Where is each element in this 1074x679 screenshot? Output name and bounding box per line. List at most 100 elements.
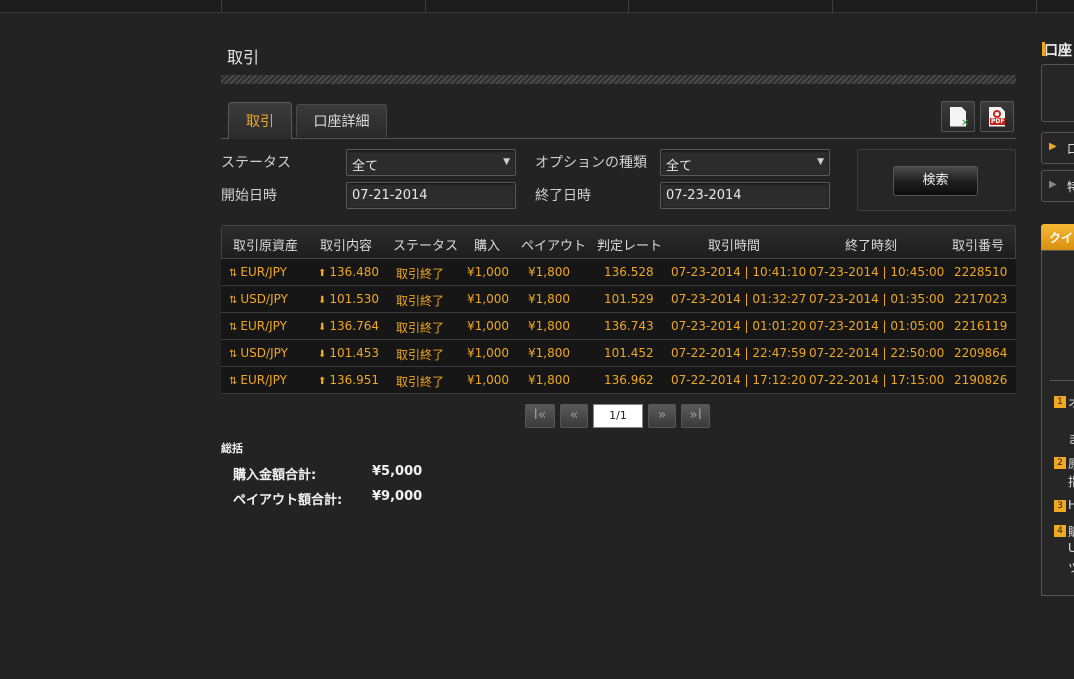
column-header[interactable]: 購入 xyxy=(474,235,500,254)
column-header[interactable]: ペイアウト xyxy=(521,235,586,254)
step-number: 2 xyxy=(1054,457,1066,469)
account-menu-label: 特 xyxy=(1067,180,1074,194)
account-panel-box xyxy=(1041,64,1074,122)
guide-text: オ xyxy=(1068,394,1074,411)
account-panel-title: 口座 xyxy=(1042,40,1072,60)
asset-cell: ⇅ EUR/JPY xyxy=(229,265,287,279)
guide-text: U xyxy=(1068,541,1074,555)
judge-rate-cell: 136.528 xyxy=(604,265,654,279)
page-number-input[interactable]: 1/1 xyxy=(593,404,643,428)
swap-arrows-icon: ⇅ xyxy=(229,322,238,333)
payout-cell: ¥1,800 xyxy=(528,319,570,333)
buy-cell: ¥1,000 xyxy=(467,265,509,279)
account-menu-item[interactable]: ▶ 口 xyxy=(1041,132,1074,164)
option-type-select[interactable]: 全て ▼ xyxy=(660,149,830,176)
end-time-cell: 07-23-2014 | 01:05:00 xyxy=(809,319,945,333)
account-menu-item[interactable]: ▶ 特 xyxy=(1041,170,1074,202)
column-header[interactable]: 取引時間 xyxy=(708,235,760,254)
pdf-label: PDF xyxy=(990,117,1005,125)
caret-right-icon: ▶ xyxy=(1049,141,1057,152)
excel-export-button[interactable]: ✕ xyxy=(941,101,975,132)
judge-rate-cell: 101.452 xyxy=(604,346,654,360)
table-row[interactable]: ⇅ EUR/JPY ⬇ 136.764 取引終了 ¥1,000 ¥1,800 136… xyxy=(221,313,1016,340)
swap-arrows-icon: ⇅ xyxy=(229,268,238,279)
end-date-input[interactable]: 07-23-2014 xyxy=(660,182,830,209)
direction-cell: ⬆ 136.951 xyxy=(318,373,380,387)
judge-rate-cell: 136.743 xyxy=(604,319,654,333)
search-button[interactable]: 検索 xyxy=(893,166,978,196)
trade-time-cell: 07-22-2014 | 17:12:20 xyxy=(671,373,807,387)
top-nav-bar xyxy=(0,0,1074,13)
asset-cell: ⇅ EUR/JPY xyxy=(229,373,287,387)
tab-trades[interactable]: 取引 xyxy=(228,102,292,139)
dropdown-arrow-icon: ▼ xyxy=(503,157,510,167)
trade-id-cell: 2190826 xyxy=(954,373,1008,387)
buy-cell: ¥1,000 xyxy=(467,319,509,333)
first-page-button[interactable]: I« xyxy=(525,404,555,428)
trade-time-cell: 07-22-2014 | 22:47:59 xyxy=(671,346,807,360)
trade-id-cell: 2209864 xyxy=(954,346,1008,360)
top-nav-divider xyxy=(628,0,629,12)
table-row[interactable]: ⇅ EUR/JPY ⬆ 136.951 取引終了 ¥1,000 ¥1,800 136… xyxy=(221,367,1016,394)
direction-cell: ⬇ 101.530 xyxy=(318,292,380,306)
status-cell: 取引終了 xyxy=(396,375,445,389)
trade-time-cell: 07-23-2014 | 10:41:10 xyxy=(671,265,807,279)
arrow-down-icon: ⬇ xyxy=(318,295,327,306)
page-title: 取引 xyxy=(227,48,260,67)
next-page-button[interactable]: » xyxy=(648,404,676,428)
swap-arrows-icon: ⇅ xyxy=(229,349,238,360)
summary-title: 総括 xyxy=(221,442,243,455)
trade-time-cell: 07-23-2014 | 01:01:20 xyxy=(671,319,807,333)
column-header[interactable]: 終了時刻 xyxy=(845,235,897,254)
swap-arrows-icon: ⇅ xyxy=(229,376,238,387)
caret-right-icon: ▶ xyxy=(1049,179,1057,190)
trade-id-cell: 2228510 xyxy=(954,265,1008,279)
table-row[interactable]: ⇅ EUR/JPY ⬆ 136.480 取引終了 ¥1,000 ¥1,800 136… xyxy=(221,259,1016,286)
table-row[interactable]: ⇅ USD/JPY ⬇ 101.530 取引終了 ¥1,000 ¥1,800 101… xyxy=(221,286,1016,313)
buy-cell: ¥1,000 xyxy=(467,292,509,306)
purchase-total-label: 購入金額合計: xyxy=(233,468,317,483)
top-nav-divider xyxy=(221,0,222,12)
excel-mark-icon: ✕ xyxy=(961,118,970,129)
end-time-cell: 07-22-2014 | 22:50:00 xyxy=(809,346,945,360)
column-header[interactable]: 取引原資産 xyxy=(233,235,298,254)
step-number: 4 xyxy=(1054,525,1066,537)
payout-cell: ¥1,800 xyxy=(528,373,570,387)
top-nav-divider xyxy=(1036,0,1037,12)
start-date-input[interactable]: 07-21-2014 xyxy=(346,182,516,209)
top-nav-divider xyxy=(832,0,833,12)
status-select[interactable]: 全て ▼ xyxy=(346,149,516,176)
dropdown-arrow-icon: ▼ xyxy=(817,157,824,167)
pdf-logo-icon xyxy=(993,109,1001,118)
direction-cell: ⬇ 101.453 xyxy=(318,346,380,360)
end-time-cell: 07-22-2014 | 17:15:00 xyxy=(809,373,945,387)
column-header[interactable]: 取引番号 xyxy=(952,235,1004,254)
top-nav-divider xyxy=(425,0,426,12)
trade-time-cell: 07-23-2014 | 01:32:27 xyxy=(671,292,807,306)
status-label: ステータス xyxy=(221,155,291,171)
quick-guide-tab[interactable]: クイ xyxy=(1041,224,1074,250)
guide-text: H xyxy=(1068,498,1074,512)
direction-cell: ⬇ 136.764 xyxy=(318,319,380,333)
column-header[interactable]: 判定レート xyxy=(597,235,662,254)
step-number: 3 xyxy=(1054,500,1066,512)
last-page-button[interactable]: »I xyxy=(681,404,710,428)
arrow-down-icon: ⬇ xyxy=(318,322,327,333)
tab-account-details[interactable]: 口座詳細 xyxy=(296,104,387,137)
guide-text: ツ xyxy=(1068,559,1074,576)
payout-cell: ¥1,800 xyxy=(528,265,570,279)
prev-page-button[interactable]: « xyxy=(560,404,588,428)
judge-rate-cell: 101.529 xyxy=(604,292,654,306)
arrow-down-icon: ⬇ xyxy=(318,349,327,360)
buy-cell: ¥1,000 xyxy=(467,346,509,360)
option-type-select-value: 全て xyxy=(666,159,693,174)
tabs-baseline xyxy=(221,138,1016,139)
pdf-export-button[interactable]: PDF xyxy=(980,101,1014,132)
column-header[interactable]: ステータス xyxy=(393,235,458,254)
end-time-cell: 07-23-2014 | 01:35:00 xyxy=(809,292,945,306)
table-row[interactable]: ⇅ USD/JPY ⬇ 101.453 取引終了 ¥1,000 ¥1,800 101… xyxy=(221,340,1016,367)
status-cell: 取引終了 xyxy=(396,348,445,362)
column-header[interactable]: 取引内容 xyxy=(320,235,372,254)
guide-divider xyxy=(1050,380,1074,381)
asset-cell: ⇅ USD/JPY xyxy=(229,292,288,306)
